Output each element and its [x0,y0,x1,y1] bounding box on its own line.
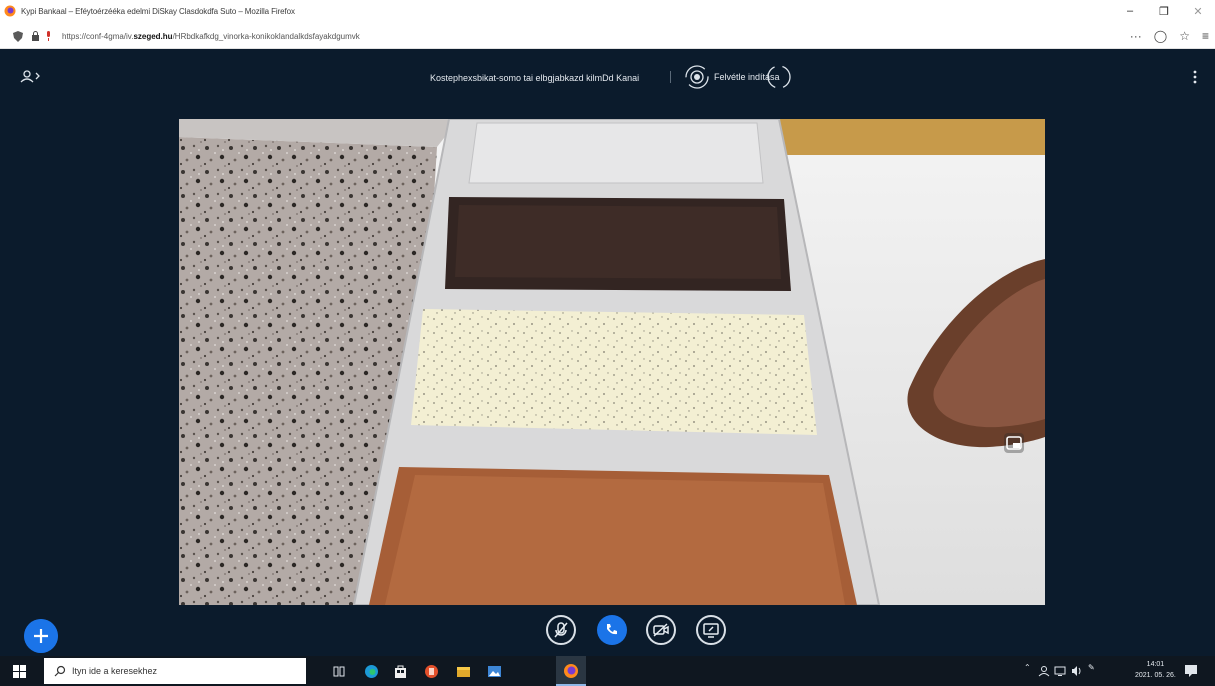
lock-icon[interactable] [31,31,40,41]
meeting-app: Kostephexsbikat-somo tai elbgjabkazd kil… [0,49,1215,656]
address-bar[interactable]: https://conf-4gma/iv.szeged.hu/HRbdkafkd… [0,24,1215,49]
window-controls: – ❐ ✕ [1113,0,1215,22]
shield-icon[interactable] [13,30,23,42]
taskbar: Ityn ide a keresekhez ⌃ ✎ 14:01 2021. 05… [0,656,1215,686]
windows-start-icon[interactable] [13,665,26,678]
microphone-icon[interactable] [45,31,52,41]
clock-time: 14:01 [1146,661,1165,668]
picture-in-picture-icon[interactable] [1004,433,1024,453]
screen-share-button[interactable] [696,615,726,645]
people-icon[interactable] [1038,665,1050,677]
minimize-button[interactable]: – [1113,0,1147,22]
participants-icon[interactable] [20,69,42,83]
record-ring-icon [767,65,791,89]
firefox-taskbar-active[interactable] [556,656,586,686]
more-options-icon[interactable] [1193,70,1197,84]
input-language-icon[interactable]: ✎ [1088,663,1095,672]
network-icon[interactable] [1054,665,1066,677]
window-title: Kypi Bankaal – Eféytoérzééka edelmi DiSk… [21,6,295,16]
volume-icon[interactable] [1071,665,1083,677]
maximize-button[interactable]: ❐ [1147,0,1181,22]
camera-off-icon [653,623,669,637]
title-divider [670,71,671,83]
notifications-icon[interactable] [1184,664,1198,678]
mute-button[interactable] [546,615,576,645]
photos-icon[interactable] [487,664,502,679]
taskbar-search-box[interactable]: Ityn ide a keresekhez [44,658,306,684]
task-view-icon[interactable] [332,664,347,679]
phone-icon [607,624,617,635]
video-frame [179,119,1045,605]
close-button[interactable]: ✕ [1181,0,1215,22]
search-icon [54,665,66,677]
show-hidden-icons-icon[interactable]: ⌃ [1024,663,1031,672]
edge-icon[interactable] [364,664,379,679]
office-icon[interactable] [424,664,439,679]
meeting-title: Kostephexsbikat-somo tai elbgjabkazd kil… [430,73,640,83]
bookmark-star-icon[interactable]: ☆ [1179,29,1190,43]
camera-button[interactable] [646,615,676,645]
store-icon[interactable] [393,664,408,679]
page-actions-icon[interactable]: ··· [1130,29,1142,43]
clock-date: 2021. 05. 26. [1135,672,1176,679]
search-placeholder: Ityn ide a keresekhez [72,666,158,676]
browser-toolbar-right: ··· ◯ ☆ ≡ [1130,24,1209,48]
file-explorer-icon[interactable] [456,664,471,679]
browser-titlebar: Kypi Bankaal – Eféytoérzééka edelmi DiSk… [0,0,1215,22]
taskbar-clock[interactable]: 14:01 2021. 05. 26. [1135,659,1176,681]
url-text[interactable]: https://conf-4gma/iv.szeged.hu/HRbdkafkd… [62,32,360,41]
start-recording-button[interactable]: Felvétle indítása [684,64,792,90]
add-button[interactable] [24,619,58,653]
microphone-off-icon [554,622,568,638]
record-icon [685,65,709,89]
audio-button[interactable] [597,615,627,645]
firefox-icon [4,5,16,17]
screen-share-icon [703,623,719,638]
video-feed [179,119,1045,605]
firefox-taskbar-icon [564,664,578,678]
menu-icon[interactable]: ≡ [1202,29,1209,43]
pocket-icon[interactable]: ◯ [1154,29,1167,43]
